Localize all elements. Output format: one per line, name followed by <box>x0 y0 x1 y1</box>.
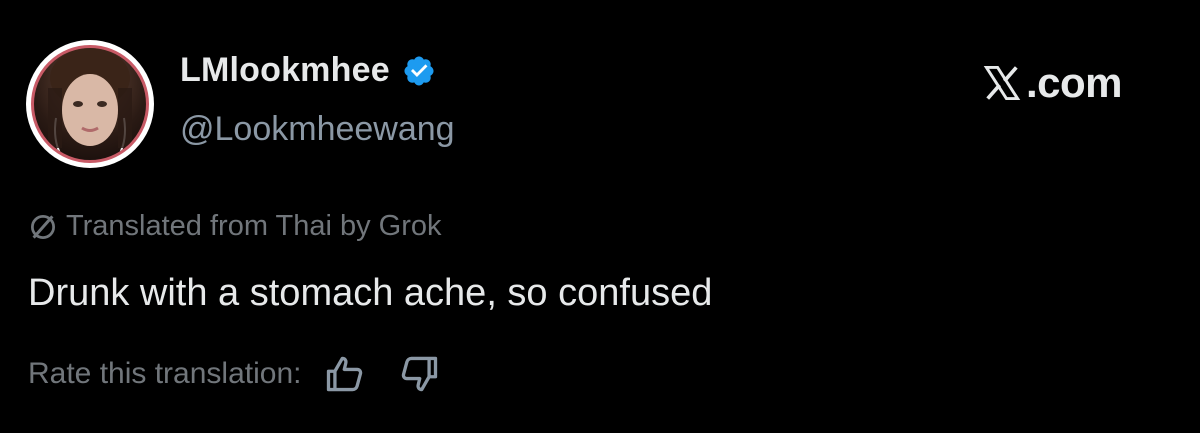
avatar-photo <box>31 45 149 163</box>
user-handle[interactable]: @Lookmheewang <box>180 110 455 149</box>
translation-notice: Translated from Thai by Grok <box>28 210 442 243</box>
translation-notice-text: Translated from Thai by Grok <box>66 210 442 242</box>
display-name[interactable]: LMlookmhee <box>180 51 436 90</box>
avatar[interactable] <box>26 40 154 168</box>
thumbs-up-icon[interactable] <box>323 352 367 396</box>
tweet-text: Drunk with a stomach ache, so confused <box>28 272 713 314</box>
rate-translation: Rate this translation: <box>28 352 441 396</box>
verified-badge-icon <box>404 55 434 86</box>
thumbs-down-icon[interactable] <box>397 352 441 396</box>
logo-suffix: .com <box>1026 59 1123 106</box>
x-com-logo: .com <box>980 58 1123 108</box>
x-logo-icon <box>983 65 1021 101</box>
grok-icon <box>31 214 55 239</box>
rate-translation-label: Rate this translation: <box>28 357 302 390</box>
display-name-text: LMlookmhee <box>180 51 390 89</box>
tweet-card: LMlookmhee @Lookmheewang .com Translated… <box>0 0 1200 433</box>
